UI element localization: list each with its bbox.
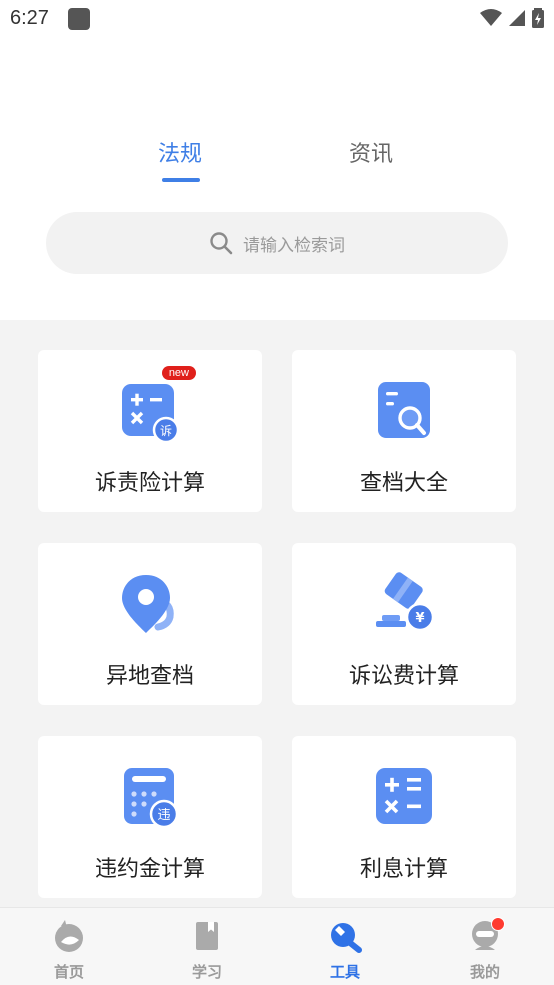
tool-label: 查档大全	[359, 471, 448, 496]
nav-home[interactable]: 首页	[29, 918, 109, 982]
icon-badge-yuan: ¥	[415, 611, 424, 626]
search-icon	[210, 232, 233, 255]
bottom-navigation: 首页 学习 工具 我的	[0, 907, 554, 985]
book-icon	[196, 922, 218, 950]
gavel-yuan-icon: ¥	[376, 572, 435, 632]
tool-card-interest[interactable]: 利息计算	[292, 736, 516, 898]
icon-badge-su: 诉	[160, 424, 172, 438]
tools-grid: new 诉 诉责险计算 查档大全 异地查档 ¥ 诉讼费计算 违 违约金计算 利息…	[0, 320, 554, 907]
header-section: 法规 资讯 请输入检索词	[0, 40, 554, 320]
nav-profile[interactable]: 我的	[445, 917, 525, 982]
nav-tools[interactable]: 工具	[305, 918, 385, 982]
tool-label: 异地查档	[105, 664, 194, 689]
status-bar: 6:27	[0, 0, 554, 40]
calculator-icon	[376, 768, 432, 824]
tab-active-indicator	[162, 178, 200, 182]
document-search-icon	[378, 382, 430, 438]
icon-badge-wei: 违	[157, 808, 170, 823]
status-time: 6:27	[10, 7, 49, 29]
status-icons	[480, 8, 544, 28]
tool-card-litigation-fee[interactable]: ¥ 诉讼费计算	[292, 543, 516, 705]
tab-news[interactable]: 资讯	[349, 136, 393, 168]
location-pin-icon	[122, 575, 174, 633]
wifi-icon	[480, 9, 502, 26]
nav-label: 工具	[329, 963, 360, 981]
battery-icon	[532, 8, 544, 28]
tool-label: 诉责险计算	[94, 471, 205, 496]
tool-card-remote-archive[interactable]: 异地查档	[38, 543, 262, 705]
app-notification-icon	[68, 8, 90, 30]
calculator-wei-icon: 违	[124, 768, 179, 828]
nav-label: 首页	[53, 963, 84, 981]
tool-card-penalty[interactable]: 违 违约金计算	[38, 736, 262, 898]
notification-dot	[491, 917, 505, 931]
tab-regulations[interactable]: 法规	[158, 136, 202, 168]
tool-card-archive-lookup[interactable]: 查档大全	[292, 350, 516, 512]
nav-label: 学习	[191, 963, 222, 981]
tool-label: 违约金计算	[94, 857, 205, 882]
tool-card-litigation-insurance[interactable]: new 诉 诉责险计算	[38, 350, 262, 512]
calculator-su-icon: 诉	[122, 384, 180, 442]
tool-label: 诉讼费计算	[348, 664, 459, 689]
nav-study[interactable]: 学习	[167, 918, 247, 982]
wrench-icon	[331, 923, 362, 953]
signal-icon	[509, 10, 525, 26]
home-icon	[55, 920, 83, 952]
search-bar[interactable]: 请输入检索词	[46, 212, 508, 274]
search-placeholder: 请输入检索词	[243, 235, 345, 256]
nav-label: 我的	[469, 963, 500, 981]
tool-label: 利息计算	[359, 857, 448, 882]
